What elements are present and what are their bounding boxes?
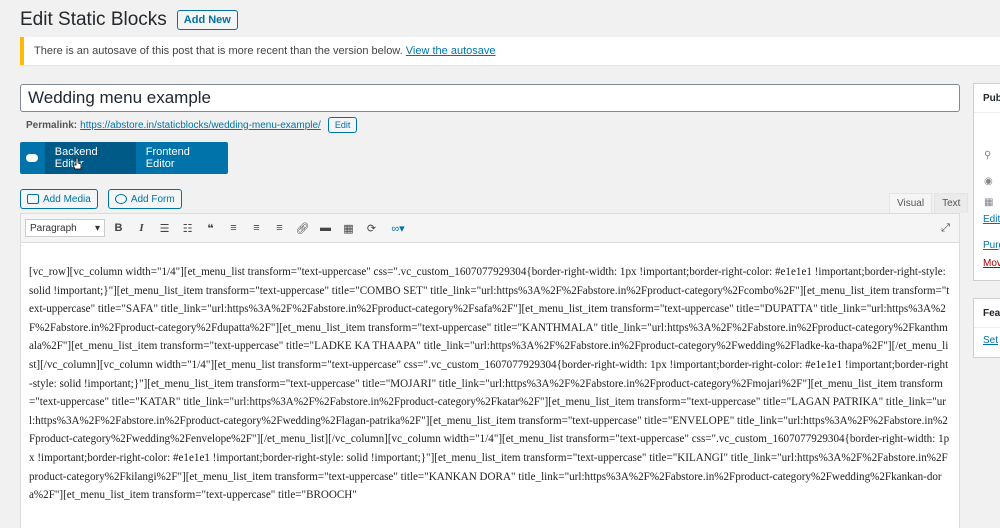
tab-text[interactable]: Text xyxy=(934,193,969,213)
form-icon xyxy=(114,194,127,204)
publish-box: Pub ⚲ ◉ ▦ Edit Purg Mov xyxy=(973,83,1000,281)
numbered-list-icon[interactable]: ☷ xyxy=(178,219,197,237)
toolbar-toggle-icon[interactable]: ▦ xyxy=(339,219,358,237)
key-icon: ⚲ xyxy=(984,150,992,161)
blockquote-icon[interactable]: ❝ xyxy=(201,219,220,237)
view-autosave-link[interactable]: View the autosave xyxy=(406,45,496,57)
fullscreen-icon[interactable]: ⤢ xyxy=(936,219,955,237)
link-icon[interactable]: 🔗︎ xyxy=(293,219,312,237)
notice-text: There is an autosave of this post that i… xyxy=(34,45,403,57)
italic-icon[interactable]: I xyxy=(132,219,151,237)
permalink-url[interactable]: https://abstore.in/staticblocks/wedding-… xyxy=(80,120,321,131)
add-form-button[interactable]: Add Form xyxy=(107,189,182,209)
calendar-icon: ▦ xyxy=(984,197,994,208)
permalink: Permalink: https://abstore.in/staticbloc… xyxy=(26,117,358,133)
content-editor: Paragraph ▾ B I ☰ ☷ ❝ ≡ ≡ ≡ 🔗︎ ▬ ▦ ⟳ ∞▾ … xyxy=(20,213,960,528)
set-featured-image-link[interactable]: Set xyxy=(983,335,998,346)
permalink-label: Permalink: xyxy=(26,119,78,131)
read-more-icon[interactable]: ▬ xyxy=(316,219,335,237)
align-center-icon[interactable]: ≡ xyxy=(247,219,266,237)
hand-cursor-icon xyxy=(73,158,82,170)
frontend-editor-button[interactable]: Frontend Editor xyxy=(136,142,228,174)
editor-tabs: Visual Text xyxy=(887,193,969,213)
publish-divider xyxy=(974,112,1000,113)
autosave-notice: There is an autosave of this post that i… xyxy=(20,37,1000,65)
tab-visual[interactable]: Visual xyxy=(889,193,933,213)
chevron-down-icon: ▾ xyxy=(94,222,100,234)
publish-title: Pub xyxy=(983,93,1000,104)
featured-divider xyxy=(974,327,1000,328)
add-new-button[interactable]: Add New xyxy=(176,10,238,30)
add-media-label: Add Media xyxy=(43,193,91,205)
bulleted-list-icon[interactable]: ☰ xyxy=(155,219,174,237)
add-media-button[interactable]: Add Media xyxy=(20,189,98,209)
media-icon xyxy=(27,194,39,204)
format-select[interactable]: Paragraph ▾ xyxy=(25,219,105,237)
backend-editor-button[interactable]: Backend Editor xyxy=(44,142,136,174)
editor-toolbar: Paragraph ▾ B I ☰ ☷ ❝ ≡ ≡ ≡ 🔗︎ ▬ ▦ ⟳ ∞▾ … xyxy=(21,214,959,243)
format-select-value: Paragraph xyxy=(30,222,77,234)
page-title: Edit Static Blocks xyxy=(20,9,167,30)
purge-link[interactable]: Purg xyxy=(983,240,1000,251)
align-right-icon[interactable]: ≡ xyxy=(270,219,289,237)
edit-slug-button[interactable]: Edit xyxy=(327,117,358,133)
align-left-icon[interactable]: ≡ xyxy=(224,219,243,237)
bold-icon[interactable]: B xyxy=(109,219,128,237)
infinity-icon[interactable]: ∞▾ xyxy=(385,219,411,237)
edit-date-link[interactable]: Edit xyxy=(983,214,1000,225)
page-builder-icon xyxy=(20,142,45,174)
featured-image-box: Fea Set xyxy=(973,298,1000,358)
composer-switch: Backend Editor Frontend Editor xyxy=(20,142,228,174)
eye-icon: ◉ xyxy=(984,176,993,187)
refresh-icon[interactable]: ⟳ xyxy=(362,219,381,237)
media-buttons: Add Media Add Form xyxy=(20,189,182,209)
add-form-label: Add Form xyxy=(130,193,175,205)
post-title-input[interactable]: Wedding menu example xyxy=(20,84,960,112)
move-to-trash-link[interactable]: Mov xyxy=(983,258,1000,269)
page-header: Edit Static Blocks Add New xyxy=(20,9,238,31)
featured-title: Fea xyxy=(983,308,1000,319)
editor-content[interactable]: [vc_row][vc_column width="1/4"][et_menu_… xyxy=(21,243,959,505)
